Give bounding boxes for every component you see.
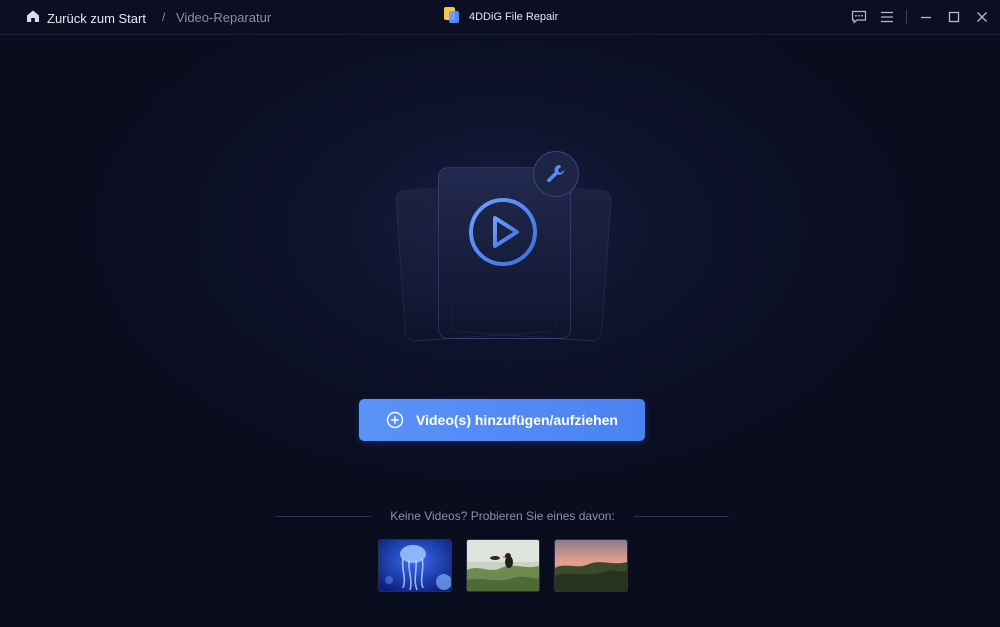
home-icon (26, 9, 40, 28)
samples-label: Keine Videos? Probieren Sie eines davon: (390, 509, 615, 523)
samples-rule-left (275, 516, 371, 517)
app-title: 4DDiG File Repair (443, 6, 559, 29)
wrench-badge (533, 151, 579, 197)
minimize-icon (921, 16, 931, 19)
app-window: Zurück zum Start / Video-Reparatur 4DDiG… (0, 0, 1000, 627)
close-icon (977, 12, 987, 22)
maximize-icon (948, 11, 960, 23)
sample-video-puffin[interactable] (466, 539, 540, 592)
menu-button[interactable] (879, 9, 895, 25)
titlebar-divider (906, 10, 907, 24)
puffin-thumbnail (467, 540, 539, 591)
samples-rule-right (634, 516, 729, 517)
feedback-button[interactable] (851, 9, 867, 25)
title-bar: Zurück zum Start / Video-Reparatur 4DDiG… (0, 0, 1000, 35)
back-to-start-button[interactable]: Zurück zum Start (26, 9, 146, 27)
menu-icon (881, 11, 893, 23)
breadcrumb-current: Video-Reparatur (176, 10, 272, 25)
maximize-button[interactable] (946, 9, 962, 25)
back-label: Zurück zum Start (47, 10, 146, 26)
close-button[interactable] (974, 9, 990, 25)
add-videos-button[interactable]: Video(s) hinzufügen/aufziehen (359, 399, 645, 441)
breadcrumb-separator: / (162, 10, 166, 24)
app-logo-icon (443, 6, 461, 29)
sunset-thumbnail (555, 540, 627, 591)
play-icon (469, 198, 537, 266)
jellyfish-thumbnail (379, 540, 451, 591)
sample-video-sunset[interactable] (554, 539, 628, 592)
add-videos-label: Video(s) hinzufügen/aufziehen (416, 412, 618, 428)
plus-circle-icon (386, 411, 404, 429)
feedback-icon (851, 10, 867, 24)
app-title-text: 4DDiG File Repair (469, 11, 559, 23)
minimize-button[interactable] (918, 9, 934, 25)
wrench-icon (547, 165, 565, 183)
sample-video-jellyfish[interactable] (378, 539, 452, 592)
